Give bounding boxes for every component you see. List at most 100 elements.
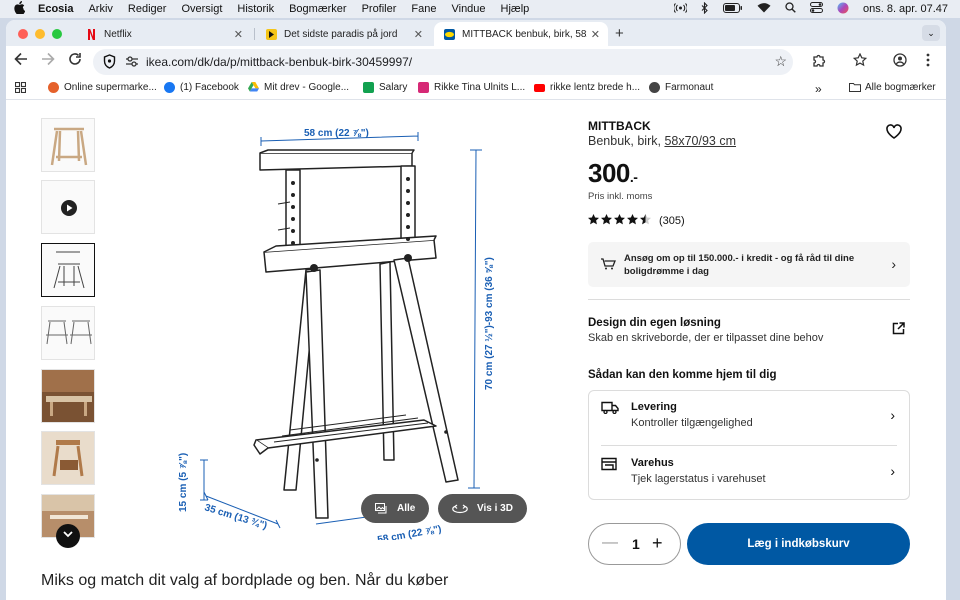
apps-grid-icon[interactable]: [15, 82, 26, 93]
bookmarks-overflow-icon[interactable]: »: [815, 82, 822, 96]
tab-netflix[interactable]: Netflix ✕: [76, 22, 251, 46]
thumbnail-dimension-drawing-2[interactable]: [41, 306, 95, 360]
bookmarks-star-icon[interactable]: [852, 52, 868, 70]
credit-banner[interactable]: Ansøg om op til 150.000.- i kredit - og …: [588, 242, 910, 287]
url-text[interactable]: ikea.com/dk/da/p/mittback-benbuk-birk-30…: [146, 55, 412, 69]
salary-icon: [363, 82, 374, 93]
close-tab-icon[interactable]: ✕: [234, 28, 243, 41]
add-to-cart-button[interactable]: Læg i indkøbskurv: [687, 523, 910, 565]
close-window-button[interactable]: [18, 29, 28, 39]
bookmark-facebook[interactable]: (1) Facebook: [164, 82, 239, 93]
bookmark-rikke-tina[interactable]: Rikke Tina Ulnits L...: [418, 82, 525, 93]
delivery-option-varehus[interactable]: Varehus Tjek lagerstatus i varehuset ›: [589, 447, 909, 497]
bookmark-farmonaut[interactable]: Farmonaut: [649, 82, 713, 93]
minimize-window-button[interactable]: [35, 29, 45, 39]
favourite-heart-icon[interactable]: [886, 124, 902, 144]
tab-det-sidste-paradis[interactable]: Det sidste paradis på jord ✕: [256, 22, 431, 46]
thumbnail-product-photo[interactable]: [41, 118, 95, 172]
chevron-right-icon: ›: [891, 256, 896, 272]
quantity-value[interactable]: 1: [632, 536, 640, 552]
shopping-cart-icon: [600, 257, 616, 273]
spotlight-search-icon[interactable]: [785, 2, 796, 16]
delivery-option-levering[interactable]: Levering Kontroller tilgængelighed ›: [589, 391, 909, 441]
view-all-images-button[interactable]: Alle: [361, 494, 430, 523]
thumbnail-video[interactable]: [41, 180, 95, 234]
product-rating[interactable]: (305): [588, 214, 685, 228]
reload-icon[interactable]: [68, 52, 82, 71]
ecosia-shield-icon[interactable]: [103, 54, 116, 69]
zoom-window-button[interactable]: [52, 29, 62, 39]
bookmark-salary[interactable]: Salary: [363, 82, 407, 93]
product-size-link[interactable]: 58x70/93 cm: [664, 134, 736, 148]
dim-base-width-label: 58 cm (22 ⅞"): [377, 524, 443, 540]
tab-title: Netflix: [104, 28, 132, 40]
delivery-options: Levering Kontroller tilgængelighed › Var…: [588, 390, 910, 500]
product-page: 58 cm (22 ⅞") 70 cm (27 ½")-93 cm (36 ⅝"…: [6, 100, 946, 600]
close-tab-icon[interactable]: ✕: [414, 28, 423, 41]
thumbnail-room-photo[interactable]: [41, 369, 95, 423]
browser-menu-kebab-icon[interactable]: [926, 53, 930, 70]
back-arrow-icon[interactable]: [14, 52, 28, 71]
delivery-option-title: Levering: [631, 401, 677, 413]
menu-arkiv[interactable]: Arkiv: [88, 3, 112, 15]
menu-oversigt[interactable]: Oversigt: [181, 3, 222, 15]
instagram-icon: [418, 82, 429, 93]
bookmark-star-icon[interactable]: ☆: [774, 53, 787, 70]
tab-search-menu-icon[interactable]: ⌄: [922, 25, 940, 41]
menu-app-name[interactable]: Ecosia: [38, 3, 73, 15]
site-settings-icon[interactable]: [126, 56, 138, 70]
price-suffix: .-: [629, 169, 638, 185]
price-note: Pris inkl. moms: [588, 191, 653, 202]
site-favicon-icon: [266, 28, 277, 40]
chevron-right-icon: ›: [890, 407, 895, 423]
menu-fane[interactable]: Fane: [411, 3, 436, 15]
tab-mittback[interactable]: MITTBACK benbuk, birk, 58x ✕: [434, 22, 608, 46]
decrease-quantity-button[interactable]: —: [602, 534, 618, 552]
all-bookmarks[interactable]: Alle bogmærker: [849, 82, 936, 93]
bookmarks-bar: Online supermarke... (1) Facebook Mit dr…: [6, 78, 946, 100]
delivery-option-title: Varehus: [631, 457, 674, 469]
hotspot-icon[interactable]: [673, 2, 688, 16]
product-price: 300.-: [588, 158, 638, 189]
bookmark-google-drive[interactable]: Mit drev - Google...: [248, 82, 349, 93]
menu-historik[interactable]: Historik: [237, 3, 274, 15]
close-tab-icon[interactable]: ✕: [591, 28, 600, 41]
google-drive-icon: [248, 82, 259, 93]
bookmark-online-supermarked[interactable]: Online supermarke...: [48, 82, 157, 93]
thumbnails-scroll-down-button[interactable]: [56, 524, 80, 548]
farmonaut-icon: [649, 82, 660, 93]
menu-vindue[interactable]: Vindue: [451, 3, 485, 15]
apple-icon[interactable]: [14, 1, 26, 17]
menu-bogmaerker[interactable]: Bogmærker: [289, 3, 346, 15]
view-in-3d-button[interactable]: Vis i 3D: [438, 494, 527, 523]
profile-avatar-icon[interactable]: [893, 53, 907, 70]
product-description: Benbuk, birk, 58x70/93 cm: [588, 134, 736, 148]
thumbnail-lifestyle-photo[interactable]: [41, 431, 95, 485]
ikea-favicon-icon: [444, 28, 455, 40]
product-tagline: Miks og match dit valg af bordplade og b…: [41, 572, 449, 589]
siri-icon[interactable]: [837, 2, 849, 17]
bluetooth-icon[interactable]: [701, 1, 709, 17]
macos-menubar: Ecosia Arkiv Rediger Oversigt Historik B…: [0, 0, 960, 18]
design-solution-title[interactable]: Design din egen løsning: [588, 317, 721, 329]
dim-depth-label: 35 cm (13 ¾"): [203, 502, 268, 531]
address-bar[interactable]: ikea.com/dk/da/p/mittback-benbuk-birk-30…: [93, 49, 793, 75]
control-center-icon[interactable]: [809, 2, 823, 16]
wifi-icon[interactable]: [757, 2, 771, 16]
battery-icon[interactable]: [722, 2, 743, 16]
new-tab-button[interactable]: +: [615, 25, 624, 42]
menu-profiler[interactable]: Profiler: [362, 3, 397, 15]
window-controls: [18, 29, 62, 39]
product-name: MITTBACK: [588, 119, 651, 133]
external-link-icon[interactable]: [892, 322, 905, 338]
extensions-puzzle-icon[interactable]: [812, 53, 827, 71]
increase-quantity-button[interactable]: +: [652, 533, 663, 554]
forward-arrow-icon[interactable]: [41, 52, 55, 71]
menu-rediger[interactable]: Rediger: [128, 3, 167, 15]
truck-icon: [601, 401, 619, 417]
bookmark-rikke-lentz[interactable]: rikke lentz brede h...: [534, 82, 640, 93]
bookmark-label: Online supermarke...: [64, 82, 157, 93]
thumbnail-dimension-drawing[interactable]: [41, 243, 95, 297]
menubar-clock[interactable]: ons. 8. apr. 07.47: [863, 3, 948, 15]
menu-hjaelp[interactable]: Hjælp: [501, 3, 530, 15]
